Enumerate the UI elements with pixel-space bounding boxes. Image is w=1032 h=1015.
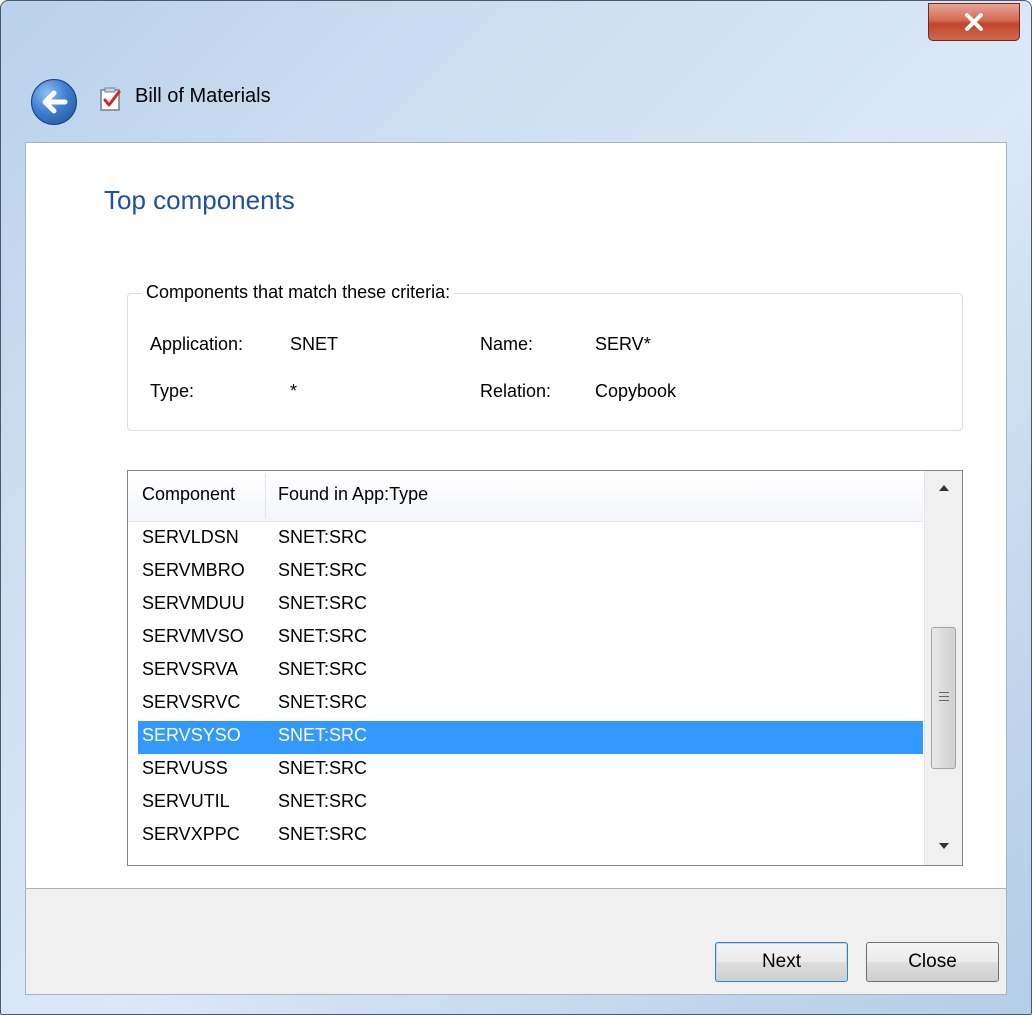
scroll-down-button[interactable] [925, 829, 962, 863]
scrollbar-thumb[interactable] [931, 627, 956, 769]
relation-label: Relation: [480, 381, 552, 401]
close-button[interactable]: Close [866, 942, 999, 982]
component-cell: SERVUSS [142, 758, 228, 778]
table-row[interactable]: SERVLDSN SNET:SRC [138, 523, 923, 556]
found-in-cell: SNET:SRC [278, 560, 368, 580]
component-cell: SERVMVSO [142, 626, 244, 646]
grip-line [939, 692, 949, 693]
found-in-cell: SNET:SRC [278, 626, 368, 646]
found-in-cell: SNET:SRC [278, 692, 368, 712]
table-row[interactable]: SERVSRVC SNET:SRC [138, 688, 923, 721]
next-button[interactable]: Next [715, 942, 848, 982]
window-title: Bill of Materials [135, 85, 271, 107]
table-row[interactable]: SERVMBRO SNET:SRC [138, 556, 923, 589]
type-value: * [290, 381, 298, 401]
name-label: Name: [480, 334, 534, 354]
close-x-icon [965, 13, 983, 31]
grip-line [939, 696, 949, 697]
found-in-cell: SNET:SRC [278, 725, 368, 745]
dialog-window: Bill of Materials Top components Compone… [0, 0, 1032, 1015]
criteria-legend: Components that match these criteria: [142, 282, 455, 303]
application-label: Application: [150, 334, 244, 354]
component-cell: SERVMBRO [142, 560, 245, 580]
component-cell: SERVSRVA [142, 659, 239, 679]
table-row-selected[interactable]: SERVSYSO SNET:SRC [138, 721, 923, 754]
component-cell: SERVLDSN [142, 527, 239, 547]
found-in-cell: SNET:SRC [278, 824, 368, 844]
found-in-cell: SNET:SRC [278, 593, 368, 613]
component-cell: SERVSRVC [142, 692, 241, 712]
checklist-document-icon [100, 87, 121, 111]
vertical-scrollbar[interactable] [924, 471, 962, 865]
dialog-footer: Next Close [25, 889, 1007, 995]
table-row[interactable]: SERVUTIL SNET:SRC [138, 787, 923, 820]
component-cell: SERVXPPC [142, 824, 240, 844]
table-row[interactable]: SERVSRVA SNET:SRC [138, 655, 923, 688]
column-divider[interactable] [265, 474, 266, 518]
table-row[interactable]: SERVUSS SNET:SRC [138, 754, 923, 787]
component-cell: SERVUTIL [142, 791, 230, 811]
found-in-cell: SNET:SRC [278, 791, 368, 811]
column-header-found-in[interactable]: Found in App:Type [278, 484, 428, 505]
back-button[interactable] [31, 79, 77, 125]
name-value: SERV* [595, 334, 651, 354]
table-row[interactable]: SERVMVSO SNET:SRC [138, 622, 923, 655]
relation-value: Copybook [595, 381, 677, 401]
back-arrow-icon [42, 90, 68, 114]
criteria-groupbox: Components that match these criteria: Ap… [127, 282, 963, 431]
components-listview[interactable]: Component Found in App:Type SERVLDSN SNE… [127, 470, 963, 866]
table-row[interactable]: SERVXPPC SNET:SRC [138, 820, 923, 853]
found-in-cell: SNET:SRC [278, 758, 368, 778]
component-cell: SERVMDUU [142, 593, 245, 613]
table-row[interactable]: SERVMDUU SNET:SRC [138, 589, 923, 622]
wizard-content: Top components Components that match the… [25, 142, 1007, 889]
application-value: SNET [290, 334, 339, 354]
found-in-cell: SNET:SRC [278, 659, 368, 679]
grip-line [939, 700, 949, 701]
scroll-up-button[interactable] [925, 471, 962, 505]
triangle-down-icon [939, 843, 949, 849]
type-label: Type: [150, 381, 195, 401]
column-header-component[interactable]: Component [142, 484, 235, 505]
component-cell: SERVSYSO [142, 725, 241, 745]
found-in-cell: SNET:SRC [278, 527, 368, 547]
triangle-up-icon [939, 485, 949, 491]
window-close-button[interactable] [928, 3, 1020, 41]
list-header: Component Found in App:Type [128, 471, 923, 522]
page-title: Top components [104, 185, 295, 215]
